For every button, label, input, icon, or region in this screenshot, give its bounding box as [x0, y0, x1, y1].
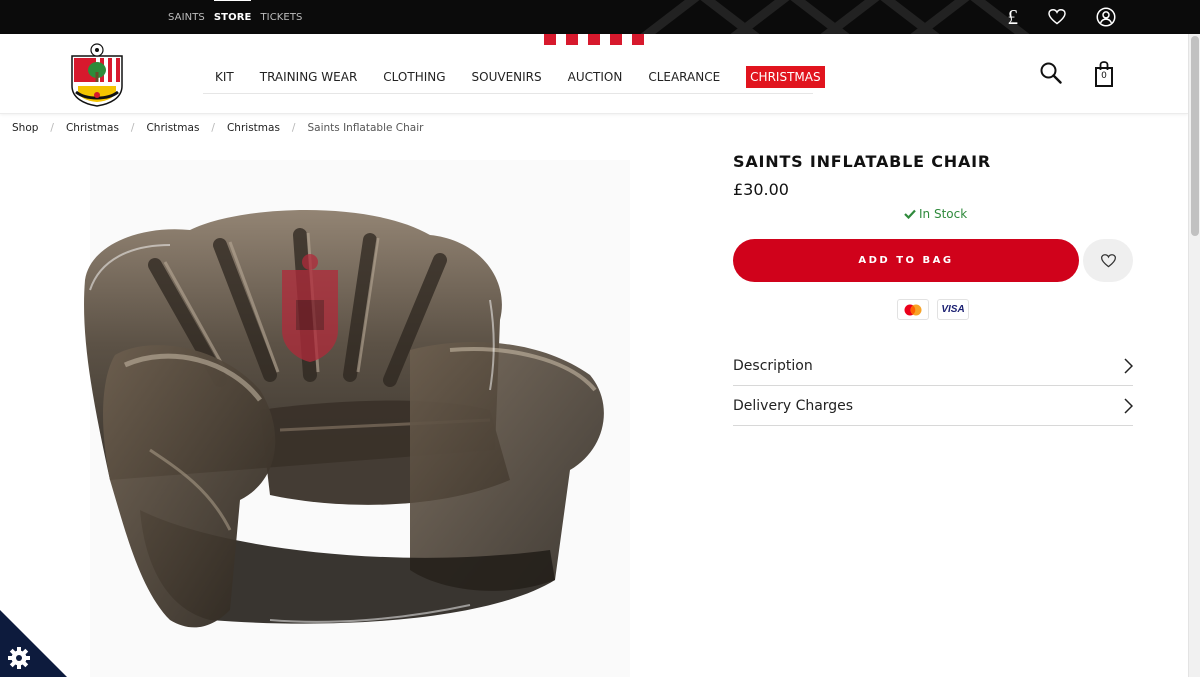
- search-icon[interactable]: [1040, 62, 1062, 84]
- visa-logo: VISA: [937, 299, 969, 320]
- cookie-settings-button[interactable]: [0, 610, 67, 677]
- breadcrumb-separator: /: [291, 122, 296, 134]
- header-red-stripes: [544, 34, 646, 45]
- nav-clearance[interactable]: CLEARANCE: [648, 70, 720, 84]
- stock-status: In Stock: [904, 207, 967, 221]
- nav-christmas[interactable]: CHRISTMAS: [746, 65, 825, 88]
- gear-icon: [8, 647, 30, 669]
- main-nav: KIT TRAINING WEAR CLOTHING SOUVENIRS AUC…: [203, 60, 825, 94]
- heart-icon[interactable]: [1048, 9, 1066, 25]
- top-nav-store[interactable]: STORE: [213, 0, 252, 23]
- mastercard-logo: [897, 299, 929, 320]
- delivery-charges-label: Delivery Charges: [733, 397, 854, 414]
- breadcrumb-christmas-3[interactable]: Christmas: [227, 122, 280, 134]
- breadcrumb: Shop / Christmas / Christmas / Christmas…: [12, 122, 423, 134]
- breadcrumb-christmas-2[interactable]: Christmas: [146, 122, 199, 134]
- top-nav-tickets[interactable]: TICKETS: [260, 12, 302, 23]
- breadcrumb-separator: /: [211, 122, 215, 134]
- breadcrumb-separator: /: [130, 122, 135, 134]
- heart-icon: [1100, 253, 1116, 267]
- nav-clothing[interactable]: CLOTHING: [383, 70, 445, 84]
- site-header: KIT TRAINING WEAR CLOTHING SOUVENIRS AUC…: [0, 34, 1188, 114]
- top-bar: SAINTS STORE TICKETS £: [0, 0, 1200, 34]
- nav-kit[interactable]: KIT: [215, 70, 234, 84]
- description-label: Description: [733, 357, 813, 374]
- breadcrumb-current: Saints Inflatable Chair: [307, 122, 424, 134]
- top-icons: £: [1008, 0, 1117, 34]
- page-scrollbar[interactable]: [1188, 34, 1200, 677]
- delivery-charges-accordion[interactable]: Delivery Charges: [733, 386, 1133, 426]
- bag-count: 0: [1101, 71, 1107, 81]
- nav-auction[interactable]: AUCTION: [568, 70, 623, 84]
- product-price: £30.00: [733, 180, 789, 199]
- payment-methods: VISA: [897, 299, 969, 320]
- club-crest-logo[interactable]: [66, 42, 128, 108]
- chevron-right-icon: [1124, 357, 1133, 374]
- description-accordion[interactable]: Description: [733, 346, 1133, 386]
- pound-icon[interactable]: £: [1008, 6, 1019, 28]
- add-to-bag-button[interactable]: ADD TO BAG: [733, 239, 1079, 282]
- product-title: SAINTS INFLATABLE CHAIR: [733, 152, 992, 171]
- nav-training-wear[interactable]: TRAINING WEAR: [260, 70, 358, 84]
- shopping-bag-button[interactable]: 0: [1093, 61, 1115, 87]
- breadcrumb-separator: /: [50, 122, 54, 134]
- user-icon[interactable]: [1096, 7, 1116, 27]
- nav-souvenirs[interactable]: SOUVENIRS: [472, 70, 542, 84]
- header-chevron-pattern: [640, 0, 1030, 34]
- stock-status-label: In Stock: [919, 207, 968, 221]
- top-nav-saints[interactable]: SAINTS: [168, 12, 205, 23]
- product-image[interactable]: [70, 150, 635, 677]
- visa-label: VISA: [941, 304, 965, 315]
- breadcrumb-christmas-1[interactable]: Christmas: [66, 122, 119, 134]
- top-nav: SAINTS STORE TICKETS: [168, 0, 303, 34]
- check-icon: [904, 209, 916, 219]
- breadcrumb-shop[interactable]: Shop: [12, 122, 38, 134]
- scrollbar-thumb[interactable]: [1191, 36, 1199, 236]
- add-to-wishlist-button[interactable]: [1083, 239, 1133, 282]
- chevron-right-icon: [1124, 397, 1133, 414]
